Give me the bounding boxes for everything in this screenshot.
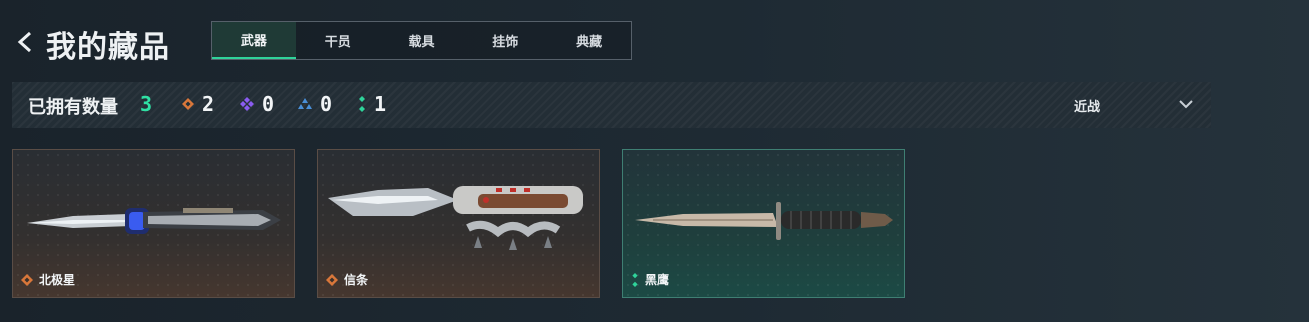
- weapon-card-label: 信条: [326, 271, 368, 288]
- weapon-card[interactable]: 黑鹰: [622, 149, 905, 298]
- chevron-left-icon: [17, 31, 32, 53]
- orange-diamond-icon: [21, 273, 33, 286]
- chevron-down-icon[interactable]: [1178, 97, 1194, 111]
- rarity-count-value: 0: [262, 92, 275, 116]
- tab-charms[interactable]: 挂饰: [463, 22, 547, 59]
- owned-count-label: 已拥有数量: [28, 97, 118, 118]
- rarity-count-orange: 2: [182, 92, 214, 116]
- rarity-count-value: 0: [320, 92, 333, 116]
- weapon-card-label: 黑鹰: [631, 271, 669, 288]
- weapon-name: 信条: [344, 273, 369, 287]
- orange-diamond-icon: [326, 273, 338, 286]
- page-title: 我的藏品: [46, 30, 170, 65]
- rarity-count-green: 1: [358, 92, 386, 116]
- ownership-bar: 已拥有数量 3 2 0 0 1 近战: [12, 82, 1211, 128]
- weapon-name: 黑鹰: [645, 273, 670, 287]
- weapon-name: 北极星: [39, 273, 76, 287]
- rarity-count-purple: 0: [240, 92, 274, 116]
- orange-diamond-icon: [182, 98, 194, 110]
- purple-diamond-icon: [240, 97, 254, 111]
- green-dots-icon: [632, 272, 638, 287]
- owned-count-value: 3: [140, 92, 153, 116]
- category-tabs: 武器 干员 载具 挂饰 典藏: [211, 21, 632, 60]
- tab-weapons[interactable]: 武器: [212, 22, 296, 59]
- green-dots-icon: [359, 96, 365, 112]
- tab-collection[interactable]: 典藏: [547, 22, 631, 59]
- weapon-card[interactable]: 信条: [317, 149, 600, 298]
- weapon-card[interactable]: 北极星: [12, 149, 295, 298]
- back-button[interactable]: [12, 28, 38, 56]
- weapon-card-label: 北极星: [21, 271, 75, 288]
- tab-vehicles[interactable]: 载具: [380, 22, 464, 59]
- tab-operators[interactable]: 干员: [296, 22, 380, 59]
- blue-triangle-icon: [298, 98, 312, 109]
- rarity-count-value: 1: [374, 92, 387, 116]
- rarity-count-blue: 0: [298, 92, 332, 116]
- type-filter-select[interactable]: 近战: [1074, 96, 1100, 115]
- rarity-count-value: 2: [202, 92, 215, 116]
